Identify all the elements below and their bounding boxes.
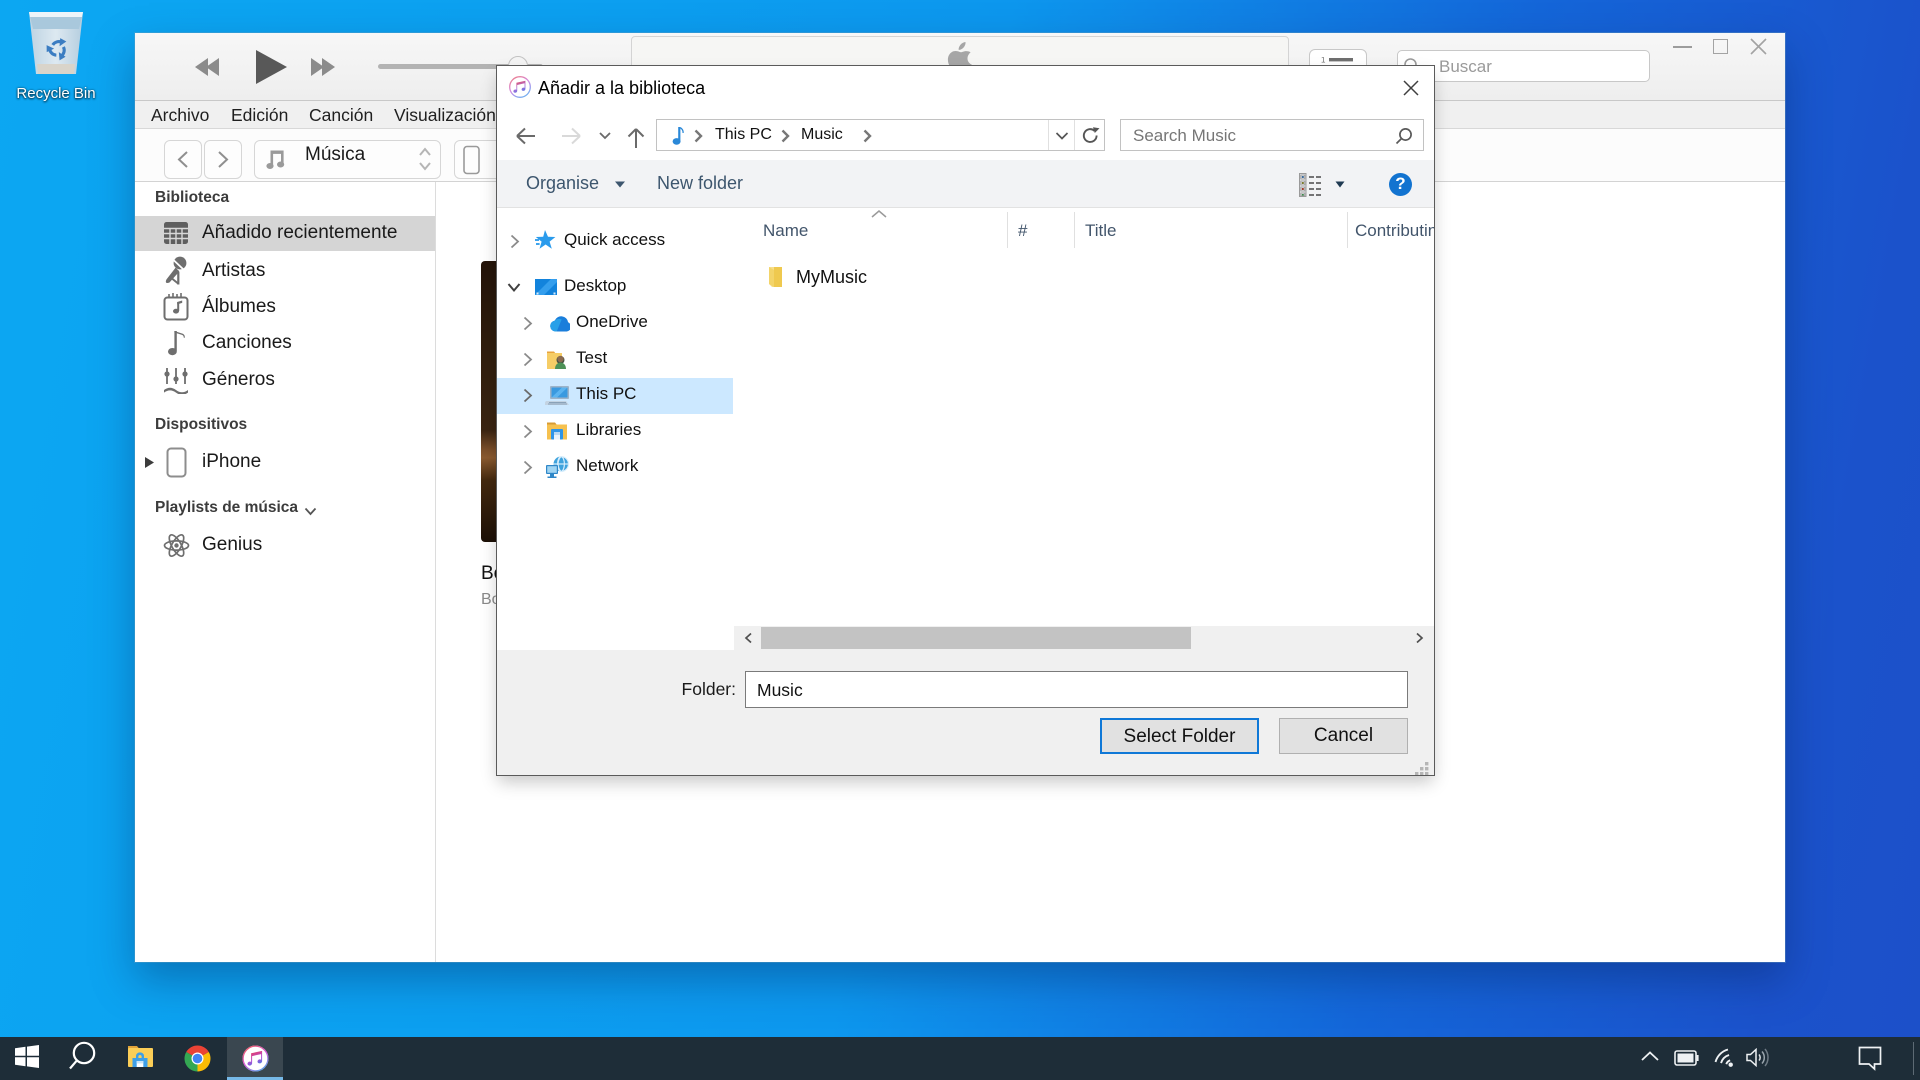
svg-text:1: 1 [1321, 57, 1326, 65]
